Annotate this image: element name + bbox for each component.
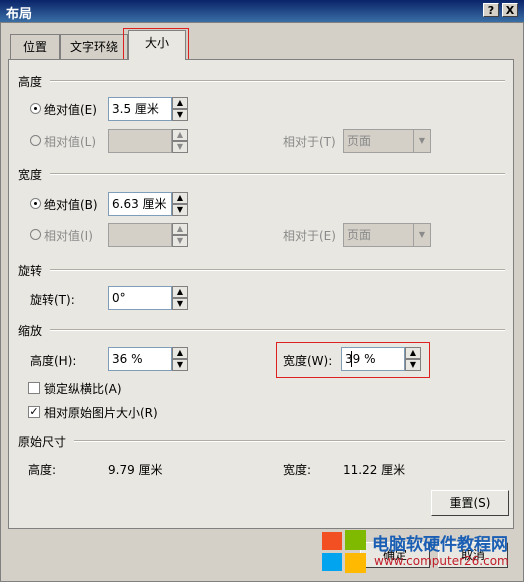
spin-down-icon[interactable]: ▼ bbox=[172, 141, 188, 153]
spin-up-icon[interactable]: ▲ bbox=[172, 97, 188, 109]
lock-aspect-label: 锁定纵横比(A) bbox=[44, 382, 122, 396]
width-relative-to-select[interactable]: 页面 ▼ bbox=[343, 223, 431, 247]
divider bbox=[50, 269, 505, 271]
original-width-value: 11.22 厘米 bbox=[343, 463, 406, 477]
spin-up-icon[interactable]: ▲ bbox=[172, 223, 188, 235]
spin-up-icon[interactable]: ▲ bbox=[172, 286, 188, 298]
original-height-value: 9.79 厘米 bbox=[108, 463, 163, 477]
close-button[interactable]: X bbox=[502, 3, 518, 17]
spin-down-icon[interactable]: ▼ bbox=[172, 109, 188, 121]
watermark-url: www.computer26.com bbox=[374, 554, 509, 568]
width-relative-label: 相对值(I) bbox=[44, 229, 93, 243]
width-relative-to-label: 相对于(E) bbox=[283, 229, 336, 243]
reset-button[interactable]: 重置(S) bbox=[431, 490, 509, 516]
original-width-label: 宽度: bbox=[283, 463, 312, 477]
width-relative-spinner[interactable]: ▲ ▼ bbox=[172, 223, 188, 247]
spin-down-icon[interactable]: ▼ bbox=[172, 235, 188, 247]
width-relative-to-value: 页面 bbox=[347, 228, 372, 242]
spin-down-icon[interactable]: ▼ bbox=[172, 359, 188, 371]
height-section-title: 高度 bbox=[18, 75, 43, 89]
original-section-title: 原始尺寸 bbox=[18, 435, 67, 449]
divider bbox=[74, 440, 505, 442]
size-panel bbox=[8, 59, 514, 529]
rotate-label: 旋转(T): bbox=[30, 293, 75, 307]
height-absolute-radio[interactable] bbox=[30, 103, 41, 114]
original-height-label: 高度: bbox=[28, 463, 57, 477]
scale-height-spinner[interactable]: ▲ ▼ bbox=[172, 347, 188, 371]
text-cursor bbox=[351, 351, 352, 367]
scale-height-label: 高度(H): bbox=[30, 354, 77, 368]
scale-height-input[interactable]: 36 % bbox=[108, 347, 172, 371]
height-relative-radio[interactable] bbox=[30, 135, 41, 146]
width-relative-input[interactable] bbox=[108, 223, 172, 247]
rotate-section-title: 旋转 bbox=[18, 264, 43, 278]
divider bbox=[50, 173, 505, 175]
width-relative-radio[interactable] bbox=[30, 229, 41, 240]
tab-size[interactable]: 大小 bbox=[128, 30, 186, 60]
lock-aspect-checkbox[interactable] bbox=[28, 382, 40, 394]
spin-up-icon[interactable]: ▲ bbox=[172, 192, 188, 204]
rotate-spinner[interactable]: ▲ ▼ bbox=[172, 286, 188, 310]
height-relative-label: 相对值(L) bbox=[44, 135, 97, 149]
dialog-title: 布局 bbox=[6, 7, 33, 22]
title-bar: 布局 ? X bbox=[0, 0, 524, 22]
width-absolute-input[interactable]: 6.63 厘米 bbox=[108, 192, 172, 216]
height-relative-input[interactable] bbox=[108, 129, 172, 153]
height-relative-to-select[interactable]: 页面 ▼ bbox=[343, 129, 431, 153]
spin-down-icon[interactable]: ▼ bbox=[405, 359, 421, 371]
divider bbox=[50, 80, 505, 82]
height-relative-spinner[interactable]: ▲ ▼ bbox=[172, 129, 188, 153]
height-relative-to-value: 页面 bbox=[347, 134, 372, 148]
width-section-title: 宽度 bbox=[18, 168, 43, 182]
chevron-down-icon: ▼ bbox=[413, 130, 430, 152]
width-absolute-spinner[interactable]: ▲ ▼ bbox=[172, 192, 188, 216]
scale-section-title: 缩放 bbox=[18, 324, 43, 338]
scale-width-spinner[interactable]: ▲ ▼ bbox=[405, 347, 421, 371]
height-absolute-input[interactable]: 3.5 厘米 bbox=[108, 97, 172, 121]
watermark-title: 电脑软硬件教程网 bbox=[372, 535, 508, 555]
tab-text-wrap[interactable]: 文字环绕 bbox=[60, 34, 128, 60]
spin-up-icon[interactable]: ▲ bbox=[172, 347, 188, 359]
rotate-input[interactable]: 0° bbox=[108, 286, 172, 310]
windows-logo-icon bbox=[322, 530, 366, 573]
height-relative-to-label: 相对于(T) bbox=[283, 135, 336, 149]
site-watermark: 电脑软硬件教程网 www.computer26.com bbox=[320, 524, 524, 582]
spin-up-icon[interactable]: ▲ bbox=[172, 129, 188, 141]
spin-up-icon[interactable]: ▲ bbox=[405, 347, 421, 359]
help-button[interactable]: ? bbox=[483, 3, 499, 17]
width-absolute-label: 绝对值(B) bbox=[44, 198, 98, 212]
chevron-down-icon: ▼ bbox=[413, 224, 430, 246]
height-absolute-label: 绝对值(E) bbox=[44, 103, 97, 117]
spin-down-icon[interactable]: ▼ bbox=[172, 204, 188, 216]
relative-original-checkbox[interactable]: ✓ bbox=[28, 406, 40, 418]
scale-width-label: 宽度(W): bbox=[283, 354, 333, 368]
height-absolute-spinner[interactable]: ▲ ▼ bbox=[172, 97, 188, 121]
width-absolute-radio[interactable] bbox=[30, 198, 41, 209]
relative-original-label: 相对原始图片大小(R) bbox=[44, 406, 158, 420]
spin-down-icon[interactable]: ▼ bbox=[172, 298, 188, 310]
divider bbox=[50, 329, 505, 331]
tab-position[interactable]: 位置 bbox=[10, 34, 60, 60]
